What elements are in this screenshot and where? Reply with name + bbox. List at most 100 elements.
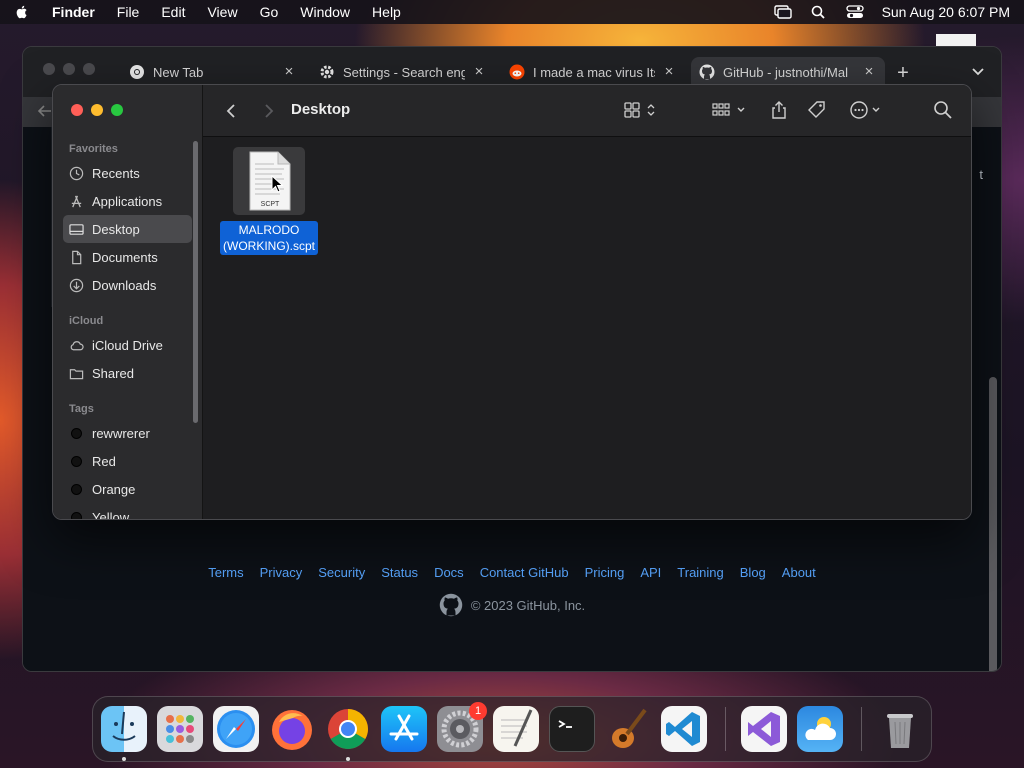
github-footer-links: Terms Privacy Security Status Docs Conta… <box>23 565 1001 580</box>
footer-link-status[interactable]: Status <box>381 565 418 580</box>
share-icon <box>772 101 786 119</box>
footer-link-docs[interactable]: Docs <box>434 565 464 580</box>
dock-safari-icon[interactable] <box>213 706 259 752</box>
browser-back-arrow-icon[interactable] <box>37 103 53 119</box>
sidebar-tag-orange[interactable]: Orange <box>63 475 192 503</box>
browser-window-controls <box>43 63 95 75</box>
menu-go[interactable]: Go <box>260 4 279 20</box>
dock-launchpad-icon[interactable] <box>157 706 203 752</box>
menubar-status-area: Sun Aug 20 6:07 PM <box>773 4 1010 20</box>
sidebar-item-desktop[interactable]: Desktop <box>63 215 192 243</box>
sidebar-item-documents[interactable]: Documents <box>63 243 192 271</box>
dock-vscode-icon[interactable] <box>661 706 707 752</box>
dock-visual-studio-icon[interactable] <box>741 706 787 752</box>
dock-firefox-icon[interactable] <box>269 706 315 752</box>
browser-zoom-button[interactable] <box>83 63 95 75</box>
sidebar-item-shared[interactable]: Shared <box>63 359 192 387</box>
menu-edit[interactable]: Edit <box>161 4 185 20</box>
screen-mirroring-icon[interactable] <box>773 5 792 19</box>
sidebar-item-recents[interactable]: Recents <box>63 159 192 187</box>
finder-window: Favorites Recents Applications Desktop D… <box>52 84 972 520</box>
footer-link-api[interactable]: API <box>640 565 661 580</box>
menu-help[interactable]: Help <box>372 4 401 20</box>
reddit-icon <box>509 64 525 80</box>
group-grid-icon <box>712 103 745 116</box>
sidebar-tag-rewwrerer[interactable]: rewwrerer <box>63 419 192 447</box>
sidebar-tag-yellow[interactable]: Yellow <box>63 503 192 519</box>
dock-textedit-icon[interactable] <box>493 706 539 752</box>
new-tab-plus-icon[interactable]: + <box>893 63 913 83</box>
page-cut-off-text: t <box>979 167 983 182</box>
tab-close-icon[interactable]: × <box>661 64 677 80</box>
apple-icon[interactable] <box>14 4 30 20</box>
footer-link-pricing[interactable]: Pricing <box>585 565 625 580</box>
tab-close-icon[interactable]: × <box>471 64 487 80</box>
dock: 1 <box>92 696 932 762</box>
menubar-clock[interactable]: Sun Aug 20 6:07 PM <box>882 4 1010 20</box>
control-center-icon[interactable] <box>845 5 864 19</box>
finder-search-button[interactable] <box>933 99 953 121</box>
finder-sidebar: Favorites Recents Applications Desktop D… <box>53 85 203 519</box>
forward-chevron-icon[interactable] <box>259 102 277 120</box>
browser-tab-reddit[interactable]: I made a mac virus Its × <box>501 57 685 87</box>
file-name-label[interactable]: MALRODO (WORKING).scpt <box>220 221 318 255</box>
dock-weather-icon[interactable] <box>797 706 843 752</box>
footer-link-contact[interactable]: Contact GitHub <box>480 565 569 580</box>
finder-minimize-button[interactable] <box>91 104 103 116</box>
tag-color-dot-icon <box>71 455 82 467</box>
tags-button[interactable] <box>807 99 827 121</box>
tab-close-icon[interactable]: × <box>281 64 297 80</box>
tab-search-chevron-icon[interactable] <box>971 65 985 79</box>
gear-icon <box>320 65 334 79</box>
footer-link-privacy[interactable]: Privacy <box>260 565 303 580</box>
browser-close-button[interactable] <box>43 63 55 75</box>
group-by-button[interactable] <box>711 99 749 121</box>
github-footer-copyright: © 2023 GitHub, Inc. <box>23 593 1001 617</box>
action-menu-button[interactable] <box>849 99 885 121</box>
menu-app-name[interactable]: Finder <box>52 4 95 20</box>
notification-badge: 1 <box>469 702 487 720</box>
footer-link-terms[interactable]: Terms <box>208 565 243 580</box>
footer-link-training[interactable]: Training <box>677 565 723 580</box>
page-scrollbar[interactable] <box>989 377 997 671</box>
dock-system-settings-icon[interactable]: 1 <box>437 702 487 752</box>
dock-finder-icon[interactable] <box>101 706 147 752</box>
menu-view[interactable]: View <box>207 4 237 20</box>
dock-chrome-icon[interactable] <box>325 706 371 752</box>
spotlight-search-icon[interactable] <box>810 5 828 19</box>
sidebar-item-applications[interactable]: Applications <box>63 187 192 215</box>
view-mode-button[interactable] <box>623 99 659 121</box>
footer-link-security[interactable]: Security <box>318 565 365 580</box>
running-indicator <box>122 757 126 761</box>
sidebar-item-label: Recents <box>92 165 140 181</box>
dock-app-store-icon[interactable] <box>381 706 427 752</box>
github-logo-icon[interactable] <box>439 593 463 617</box>
share-button[interactable] <box>769 99 789 121</box>
browser-tab-settings[interactable]: Settings - Search engi × <box>311 57 495 87</box>
tab-title: I made a mac virus Its <box>533 64 655 80</box>
browser-minimize-button[interactable] <box>63 63 75 75</box>
sidebar-item-label: Shared <box>92 365 134 381</box>
back-chevron-icon[interactable] <box>223 102 241 120</box>
menu-window[interactable]: Window <box>300 4 350 20</box>
tab-title: New Tab <box>153 64 204 80</box>
footer-link-about[interactable]: About <box>782 565 816 580</box>
sidebar-scrollbar[interactable] <box>193 141 198 423</box>
dock-trash-icon[interactable] <box>877 706 923 752</box>
file-type-label: SCPT <box>261 201 280 208</box>
file-icon-container: SCPT <box>233 147 305 215</box>
menu-file[interactable]: File <box>117 4 140 20</box>
sidebar-item-downloads[interactable]: Downloads <box>63 271 192 299</box>
download-icon <box>69 278 84 292</box>
dock-terminal-icon[interactable] <box>549 706 595 752</box>
finder-zoom-button[interactable] <box>111 104 123 116</box>
applications-icon <box>71 195 82 207</box>
file-item-malrodo-scpt[interactable]: SCPT MALRODO (WORKING).scpt <box>217 147 321 255</box>
tab-close-icon[interactable]: × <box>861 64 877 80</box>
dock-garageband-icon[interactable] <box>605 706 651 752</box>
sidebar-item-icloud-drive[interactable]: iCloud Drive <box>63 331 192 359</box>
sidebar-tag-red[interactable]: Red <box>63 447 192 475</box>
browser-tab-new-tab[interactable]: New Tab × <box>121 57 305 87</box>
footer-link-blog[interactable]: Blog <box>740 565 766 580</box>
finder-close-button[interactable] <box>71 104 83 116</box>
